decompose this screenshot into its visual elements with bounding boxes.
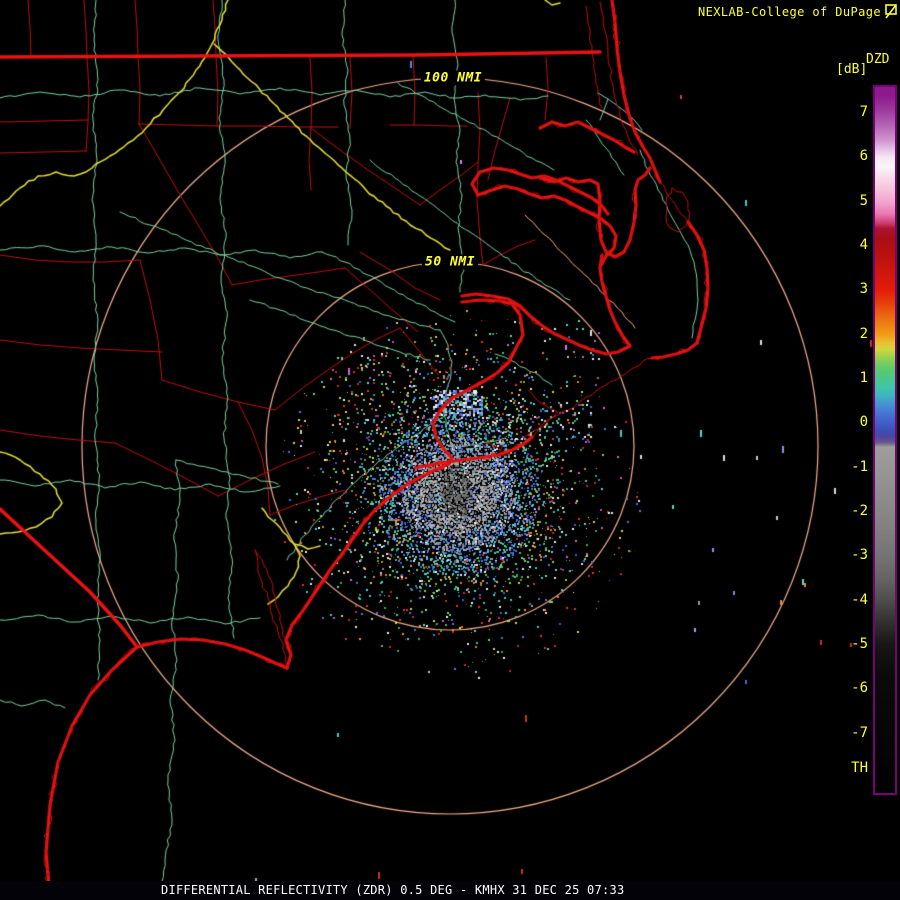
colorbar-unit-label: [dB]: [836, 62, 867, 77]
colorbar-tick--3: -3: [820, 548, 868, 562]
header-title: NEXLAB-College of DuPage: [698, 5, 881, 19]
range-ring-label-50nmi: 50 NMI: [422, 255, 478, 270]
colorbar-tick-5: 5: [820, 194, 868, 208]
colorbar-tick--1: -1: [820, 460, 868, 474]
colorbar-tick--7: -7: [820, 726, 868, 740]
range-ring-label-100nmi: 100 NMI: [421, 71, 485, 86]
colorbar-gradient: [875, 87, 895, 793]
colorbar-tick-1: 1: [820, 371, 868, 385]
colorbar-tick-TH: TH: [820, 761, 868, 775]
colorbar-tick-0: 0: [820, 415, 868, 429]
colorbar-tick-4: 4: [820, 238, 868, 252]
colorbar-tick--5: -5: [820, 637, 868, 651]
colorbar-tick--6: -6: [820, 681, 868, 695]
colorbar-field-label: DZD: [866, 52, 889, 67]
colorbar-tick-3: 3: [820, 282, 868, 296]
radar-display: NEXLAB-College of DuPage DZD [dB] 7 6 5 4 3 2…: [0, 0, 900, 900]
header: NEXLAB-College of DuPage: [698, 4, 898, 19]
colorbar-tick--4: -4: [820, 593, 868, 607]
cod-weather-logo-icon: [885, 4, 898, 19]
colorbar: [873, 85, 897, 795]
status-bar: DIFFERENTIAL REFLECTIVITY (ZDR) 0.5 DEG …: [0, 881, 900, 900]
radar-map-canvas[interactable]: [0, 0, 900, 900]
colorbar-tick-6: 6: [820, 149, 868, 163]
colorbar-tick-7: 7: [820, 105, 868, 119]
status-text: DIFFERENTIAL REFLECTIVITY (ZDR) 0.5 DEG …: [161, 883, 624, 897]
colorbar-tick-2: 2: [820, 327, 868, 341]
colorbar-tick--2: -2: [820, 504, 868, 518]
